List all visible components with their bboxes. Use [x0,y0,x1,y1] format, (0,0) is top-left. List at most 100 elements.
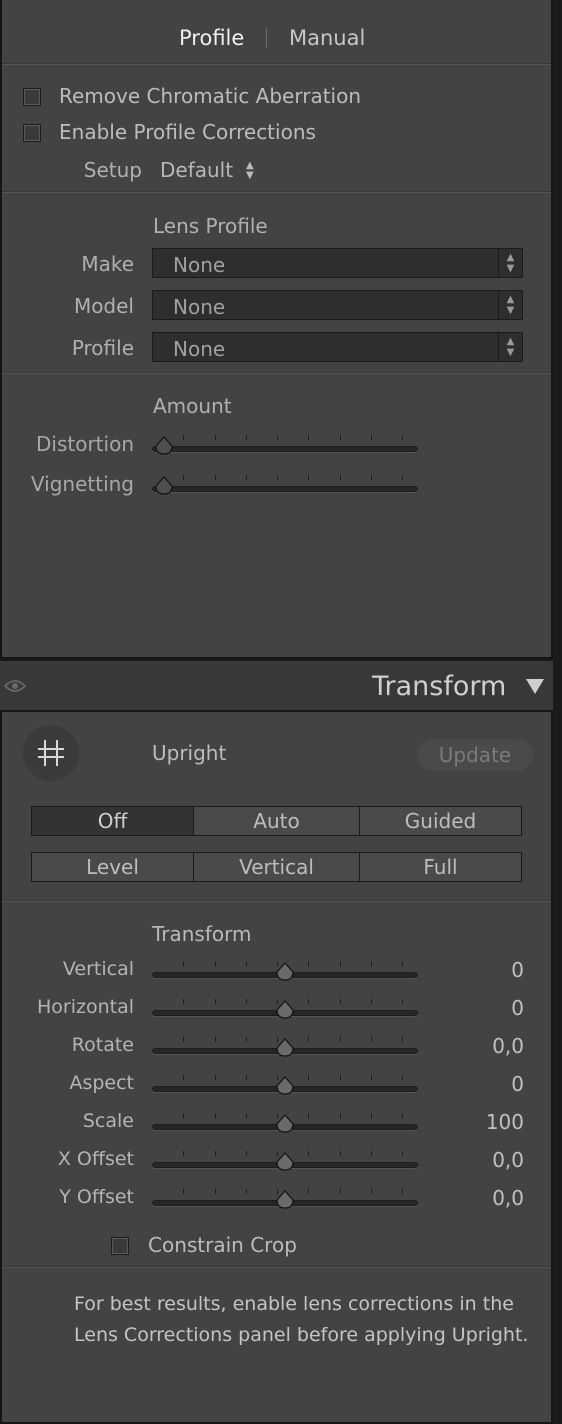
slider-tick [371,1113,373,1118]
transform-panel: Upright Update Off Auto Guided Level Ver… [0,710,553,1424]
slider-tick [245,999,247,1004]
remove-chromatic-aberration-label: Remove Chromatic Aberration [59,84,362,108]
upright-mode-guided[interactable]: Guided [359,806,522,836]
slider-track[interactable] [152,486,418,492]
slider-tick [308,435,310,440]
divider [2,372,551,374]
transform-slider-value: 0 [511,996,524,1020]
eye-icon[interactable] [4,679,26,693]
distortion-label: Distortion [36,432,134,456]
update-button[interactable]: Update [417,739,533,771]
enable-profile-corrections-checkbox[interactable] [23,124,41,142]
slider-thumb[interactable] [275,1190,295,1210]
tab-profile[interactable]: Profile [179,26,244,50]
transform-slider-value: 100 [485,1110,524,1134]
profile-value: None [173,337,226,361]
upright-mode-off[interactable]: Off [31,806,194,836]
distortion-slider[interactable] [152,430,418,456]
slider-tick [339,1037,341,1042]
slider-tick [339,435,341,440]
upright-mode-auto[interactable]: Auto [193,806,360,836]
slider-tick [214,961,216,966]
setup-dropdown[interactable]: Default ▲ ▼ [160,158,254,184]
make-select[interactable]: None ▲ ▼ [152,248,523,278]
slider-tick [402,1189,404,1194]
upright-mode-level[interactable]: Level [31,852,194,882]
transform-slider[interactable] [152,1184,418,1210]
up-down-arrows-icon: ▲ ▼ [498,291,522,319]
make-value: None [173,253,226,277]
upright-tool-button[interactable] [23,725,79,781]
model-select[interactable]: None ▲ ▼ [152,290,523,320]
make-label: Make [81,252,134,276]
transform-slider[interactable] [152,1146,418,1172]
slider-tick [402,435,404,440]
slider-tick [371,1189,373,1194]
divider [2,191,551,193]
slider-tick [308,961,310,966]
transform-slider-label: Horizontal [36,996,134,1018]
slider-tick [402,961,404,966]
slider-tick [308,475,310,480]
slider-tick [183,1075,185,1080]
slider-thumb[interactable] [275,1038,295,1058]
slider-tick [402,1151,404,1156]
transform-panel-title: Transform [372,671,507,702]
transform-slider-value: 0,0 [492,1148,524,1172]
slider-tick [245,1037,247,1042]
transform-panel-header[interactable]: Transform [0,661,553,710]
slider-tick [183,1037,185,1042]
slider-tick [402,475,404,480]
slider-tick [402,1037,404,1042]
slider-tick [339,1189,341,1194]
slider-thumb[interactable] [275,962,295,982]
constrain-crop-checkbox[interactable] [111,1237,129,1255]
lens-profile-heading: Lens Profile [153,214,268,238]
triangle-down-icon[interactable] [525,678,545,695]
transform-slider[interactable] [152,956,418,982]
enable-profile-corrections-label: Enable Profile Corrections [59,120,316,144]
upright-note: For best results, enable lens correction… [74,1289,528,1351]
slider-tick [245,1189,247,1194]
transform-slider-value: 0 [511,1072,524,1096]
slider-tick [308,1037,310,1042]
slider-tick [245,435,247,440]
slider-tick [308,999,310,1004]
slider-tick [402,1113,404,1118]
slider-tick [339,961,341,966]
amount-heading: Amount [153,394,232,418]
tab-manual[interactable]: Manual [289,26,365,50]
up-down-arrows-icon: ▲ ▼ [246,160,254,181]
slider-tick [214,1037,216,1042]
slider-tick [277,475,279,480]
transform-slider[interactable] [152,1032,418,1058]
tab-separator [266,28,267,48]
setup-value: Default [160,158,234,182]
profile-select[interactable]: None ▲ ▼ [152,332,523,362]
transform-slider[interactable] [152,1070,418,1096]
slider-thumb[interactable] [154,436,174,456]
slider-track[interactable] [152,446,418,452]
model-label: Model [73,294,134,318]
upright-mode-vertical[interactable]: Vertical [193,852,360,882]
slider-tick [183,1113,185,1118]
upright-mode-full[interactable]: Full [359,852,522,882]
slider-thumb[interactable] [275,1152,295,1172]
vignetting-slider[interactable] [152,470,418,496]
slider-tick [245,961,247,966]
slider-tick [339,1151,341,1156]
transform-slider-label: Vertical [62,958,134,980]
setup-label: Setup [83,158,142,182]
transform-slider[interactable] [152,994,418,1020]
slider-tick [183,961,185,966]
slider-thumb[interactable] [275,1000,295,1020]
transform-slider-label: Y Offset [59,1186,134,1208]
remove-chromatic-aberration-checkbox[interactable] [23,88,41,106]
slider-thumb[interactable] [154,476,174,496]
slider-tick [183,475,185,480]
profile-label: Profile [71,336,134,360]
slider-thumb[interactable] [275,1114,295,1134]
note-line-1: For best results, enable lens correction… [74,1293,514,1315]
transform-slider[interactable] [152,1108,418,1134]
slider-thumb[interactable] [275,1076,295,1096]
